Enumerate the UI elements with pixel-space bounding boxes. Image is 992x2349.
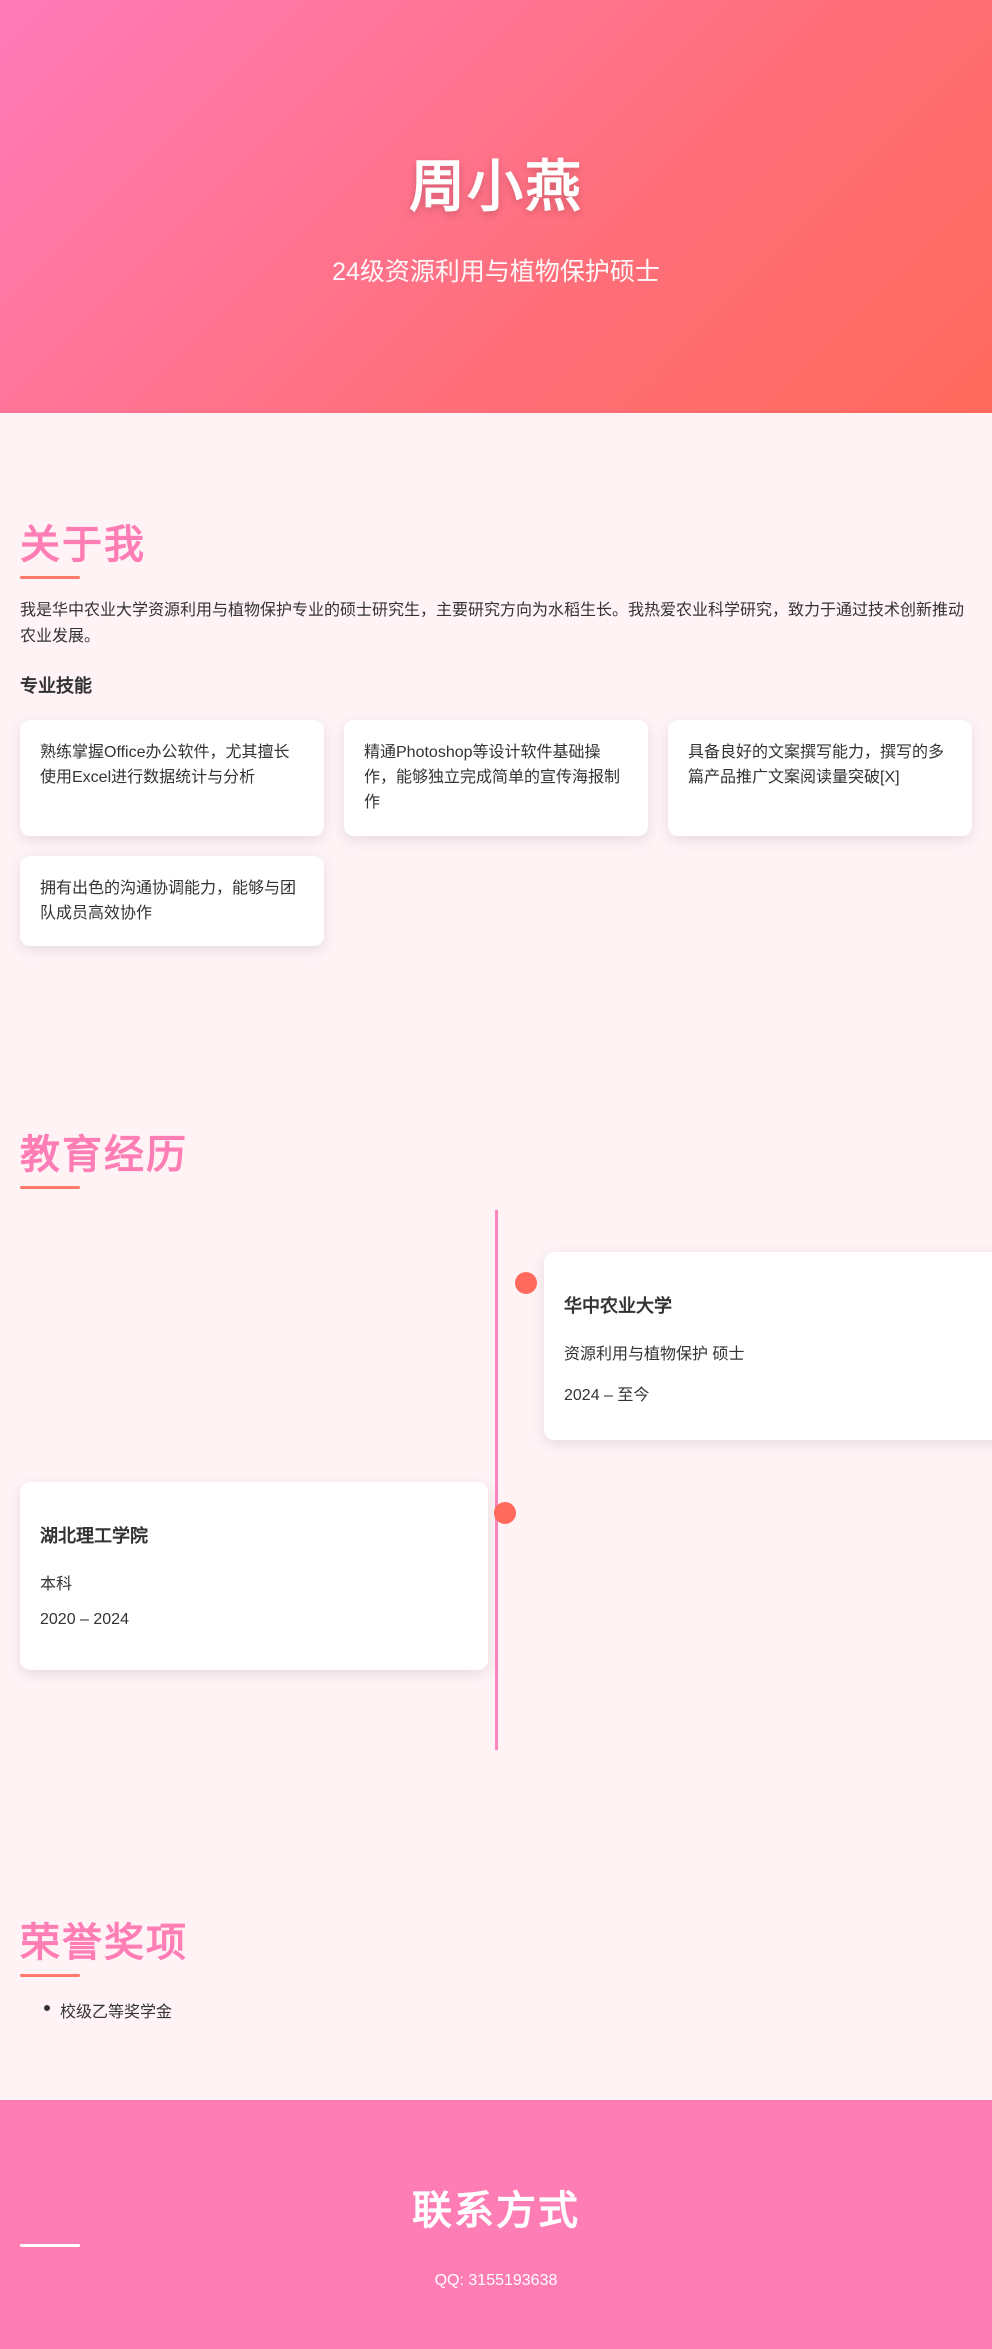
about-title-underline [20,576,80,579]
education-degree: 本科 [40,1576,73,1593]
education-school: 华中农业大学 [564,1296,672,1316]
timeline-dot [515,1272,537,1294]
education-degree: 资源利用与植物保护 硕士 [564,1346,745,1363]
skill-card: 精通Photoshop等设计软件基础操作，能够独立完成简单的宣传海报制作 [344,720,648,836]
education-title-underline [20,1186,80,1189]
contact-qq: QQ: 3155193638 [434,2272,558,2289]
education-period: 2024 – 至今 [564,1387,650,1404]
education-period: 2020 – 2024 [40,1611,129,1628]
skill-text: 熟练掌握Office办公软件，尤其擅长使用Excel进行数据统计与分析 [40,744,290,786]
about-text: 我是华中农业大学资源利用与植物保护专业的硕士研究生，主要研究方向为水稻生长。我热… [20,602,965,645]
contact-section: 联系方式 QQ: 3155193638 [0,2100,992,2349]
about-title: 关于我 [20,523,146,567]
skill-card: 具备良好的文案撰写能力，撰写的多篇产品推广文案阅读量突破[X] [668,720,972,836]
honor-item: 校级乙等奖学金 [44,1998,172,2022]
honors-list: 校级乙等奖学金 [44,1998,172,2022]
hero-header: 周小燕 24级资源利用与植物保护硕士 [0,0,992,413]
timeline-line [495,1210,498,1750]
honors-title: 荣誉奖项 [20,1921,188,1965]
skill-text: 精通Photoshop等设计软件基础操作，能够独立完成简单的宣传海报制作 [364,744,621,811]
education-title: 教育经历 [20,1133,188,1177]
hero-subtitle: 24级资源利用与植物保护硕士 [332,258,660,286]
skills-heading: 专业技能 [20,676,92,696]
hero-name: 周小燕 [409,155,583,218]
skill-text: 拥有出色的沟通协调能力，能够与团队成员高效协作 [40,880,297,922]
education-card: 华中农业大学 资源利用与植物保护 硕士 2024 – 至今 [544,1252,992,1440]
contact-title: 联系方式 [412,2189,580,2233]
education-school: 湖北理工学院 [40,1526,148,1546]
honors-title-underline [20,1974,80,1977]
education-card: 湖北理工学院 本科 2020 – 2024 [20,1482,488,1670]
skill-card: 拥有出色的沟通协调能力，能够与团队成员高效协作 [20,856,324,946]
skill-card: 熟练掌握Office办公软件，尤其擅长使用Excel进行数据统计与分析 [20,720,324,836]
timeline-dot [494,1502,516,1524]
skill-text: 具备良好的文案撰写能力，撰写的多篇产品推广文案阅读量突破[X] [688,744,945,786]
contact-title-underline [20,2244,80,2247]
